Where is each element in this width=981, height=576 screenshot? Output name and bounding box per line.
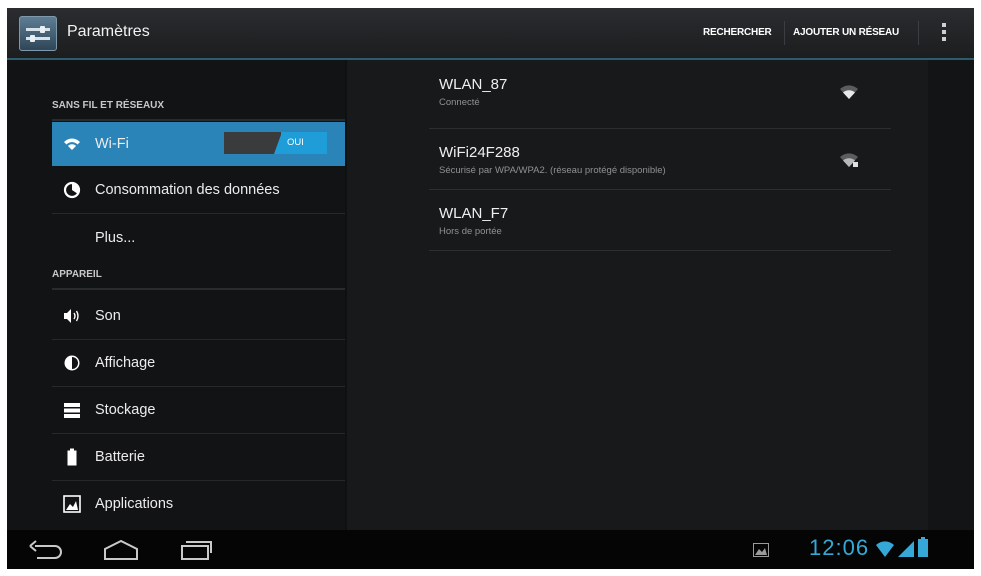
wifi-lock-signal-icon: [840, 153, 858, 167]
network-item-wlan-87[interactable]: WLAN_87 Connecté: [429, 60, 891, 121]
sidebar-item-data-usage[interactable]: Consommation des données: [52, 168, 345, 212]
list-divider: [52, 213, 345, 214]
sidebar-item-sound[interactable]: Son: [52, 294, 345, 338]
action-divider: [918, 21, 919, 45]
list-divider: [52, 480, 345, 481]
sidebar-item-label: Son: [95, 308, 121, 324]
list-divider: [52, 386, 345, 387]
network-name: WLAN_F7: [439, 205, 509, 222]
sidebar-item-applications[interactable]: Applications: [52, 482, 345, 526]
sidebar-item-battery[interactable]: Batterie: [52, 435, 345, 479]
applications-icon: [63, 495, 81, 513]
list-divider: [52, 433, 345, 434]
sidebar-item-label: Affichage: [95, 355, 156, 371]
network-name: WLAN_87: [439, 76, 508, 93]
cell-signal-icon: [898, 541, 914, 557]
data-usage-icon: [63, 181, 81, 199]
settings-app-icon[interactable]: [19, 16, 57, 51]
list-divider: [429, 250, 891, 251]
display-icon: [64, 355, 80, 371]
section-header-wireless: SANS FIL ET RÉSEAUX: [52, 100, 165, 111]
sidebar-item-label: Wi-Fi: [95, 136, 129, 152]
network-status: Connecté: [439, 97, 480, 108]
section-divider: [52, 119, 345, 121]
sidebar-item-label: Consommation des données: [95, 182, 280, 198]
wifi-toggle[interactable]: OUI: [224, 132, 327, 154]
tablet-screen: Paramètres RECHERCHER AJOUTER UN RÉSEAU …: [7, 8, 974, 569]
action-divider: [784, 21, 785, 45]
system-navigation-bar: 12:06: [7, 530, 974, 569]
sidebar-item-wifi[interactable]: Wi-Fi OUI: [52, 122, 345, 166]
wifi-network-list: WLAN_87 Connecté WiFi24F288 Sécurisé par…: [347, 60, 928, 530]
action-bar: Paramètres RECHERCHER AJOUTER UN RÉSEAU: [7, 8, 974, 60]
section-header-device: APPAREIL: [52, 269, 102, 280]
wifi-status-icon: [876, 541, 894, 557]
network-item-wlan-f7[interactable]: WLAN_F7 Hors de portée: [429, 189, 891, 250]
sidebar-item-more[interactable]: Plus...: [52, 216, 345, 260]
battery-status-icon: [918, 537, 928, 557]
section-divider: [52, 288, 345, 290]
back-icon[interactable]: [27, 538, 67, 562]
storage-icon: [64, 403, 80, 418]
network-name: WiFi24F288: [439, 144, 520, 161]
search-button[interactable]: RECHERCHER: [703, 27, 772, 38]
sidebar-item-label: Applications: [95, 496, 174, 512]
app-title: Paramètres: [67, 23, 150, 40]
sidebar-item-display[interactable]: Affichage: [52, 341, 345, 385]
add-network-button[interactable]: AJOUTER UN RÉSEAU: [793, 27, 899, 38]
wifi-signal-icon: [840, 85, 858, 99]
sidebar-item-storage[interactable]: Stockage: [52, 388, 345, 432]
home-icon[interactable]: [101, 538, 141, 562]
network-status: Sécurisé par WPA/WPA2. (réseau protégé d…: [439, 165, 666, 176]
network-status: Hors de portée: [439, 226, 502, 237]
sidebar-item-label: Stockage: [95, 402, 156, 418]
sidebar-item-label: Plus...: [95, 230, 136, 246]
list-divider: [52, 339, 345, 340]
status-clock[interactable]: 12:06: [809, 535, 869, 561]
wifi-icon: [64, 138, 80, 150]
network-item-wifi24f288[interactable]: WiFi24F288 Sécurisé par WPA/WPA2. (résea…: [429, 128, 891, 189]
battery-icon: [67, 448, 77, 466]
recent-apps-icon[interactable]: [175, 538, 215, 562]
content-margin: [928, 60, 974, 530]
gallery-notification-icon[interactable]: [753, 543, 769, 557]
settings-sidebar: SANS FIL ET RÉSEAUX Wi-Fi OUI Consommati…: [7, 60, 345, 530]
toggle-label: OUI: [287, 137, 304, 148]
overflow-menu-icon[interactable]: [942, 23, 946, 43]
sidebar-item-label: Batterie: [95, 449, 145, 465]
speaker-icon: [64, 309, 79, 323]
